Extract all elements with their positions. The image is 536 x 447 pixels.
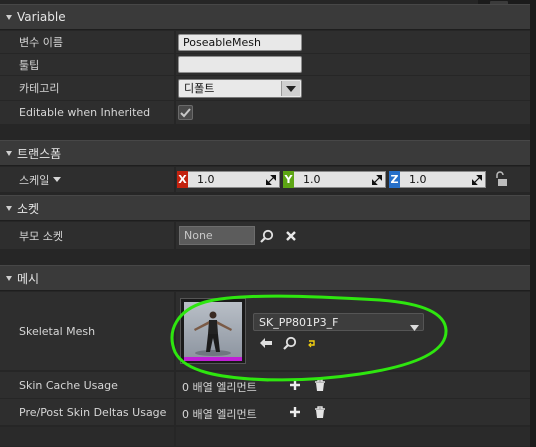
spin-arrows-icon [372, 175, 382, 185]
property-label: Skin Cache Usage [19, 378, 118, 392]
column-divider[interactable] [174, 427, 176, 446]
chevron-down-icon[interactable] [410, 319, 419, 336]
property-label: Pre/Post Skin Deltas Usage [19, 405, 167, 419]
property-label: 스케일 [19, 173, 50, 187]
category-socket[interactable]: 소켓 [0, 195, 530, 221]
scrollbar-track[interactable] [530, 0, 536, 447]
collapse-arrow-icon[interactable] [5, 274, 13, 282]
column-divider[interactable] [174, 76, 176, 100]
scale-x-value: 1.0 [197, 173, 215, 186]
chevron-down-icon[interactable] [281, 81, 300, 96]
reset-to-default-icon[interactable] [304, 335, 320, 351]
search-icon[interactable] [259, 228, 275, 244]
category-variable[interactable]: Variable [0, 4, 530, 30]
add-element-icon[interactable] [287, 404, 303, 420]
category-title: Variable [17, 10, 66, 24]
row-scale: 스케일 X 1.0 Y 1.0 Z 1.0 [0, 167, 530, 193]
property-label: 툴팁 [19, 58, 40, 72]
details-panel: Variable 변수 이름 PoseableMesh 툴팁 카테고리 디폴트 … [0, 0, 536, 447]
property-label: Skeletal Mesh [19, 324, 96, 338]
column-divider[interactable] [174, 399, 176, 425]
parent-socket-field[interactable]: None [179, 226, 255, 245]
z-axis-label: Z [389, 171, 400, 188]
column-divider[interactable] [174, 167, 176, 192]
collapse-arrow-icon[interactable] [5, 204, 13, 212]
column-divider[interactable] [174, 222, 176, 249]
column-divider[interactable] [174, 54, 176, 75]
scale-x-input[interactable]: 1.0 [188, 171, 280, 188]
collapse-arrow-icon[interactable] [5, 149, 13, 157]
character-preview-image [184, 302, 242, 357]
clear-icon[interactable] [283, 228, 299, 244]
row-partial [0, 427, 530, 447]
category-title: 메시 [17, 271, 40, 286]
column-divider[interactable] [174, 292, 176, 370]
category-title: 소켓 [17, 201, 40, 216]
row-parent-socket: 부모 소켓 None [0, 222, 530, 250]
spin-arrows-icon [472, 175, 482, 185]
scale-y-value: 1.0 [303, 173, 321, 186]
column-divider[interactable] [174, 101, 176, 124]
row-category: 카테고리 디폴트 [0, 76, 530, 101]
row-editable-when-inherited: Editable when Inherited [0, 101, 530, 125]
mesh-thumbnail[interactable] [180, 298, 246, 364]
asset-type-bar [184, 357, 242, 361]
category-transform[interactable]: 트랜스폼 [0, 140, 530, 166]
skeletal-mesh-value: SK_PP801P3_F [259, 316, 339, 329]
row-skin-cache-usage: Skin Cache Usage 0 배열 엘리먼트 [0, 372, 530, 399]
variable-name-input[interactable]: PoseableMesh [178, 34, 302, 51]
property-label: 부모 소켓 [19, 229, 63, 243]
skeletal-mesh-dropdown[interactable]: SK_PP801P3_F [253, 313, 424, 331]
unlock-icon[interactable] [493, 171, 509, 187]
chevron-down-icon [53, 177, 62, 182]
tooltip-input[interactable] [178, 56, 302, 73]
scale-z-input[interactable]: 1.0 [400, 171, 486, 188]
array-element-count: 0 배열 엘리먼트 [182, 381, 257, 394]
scale-z-value: 1.0 [409, 173, 427, 186]
use-selected-arrow-icon[interactable] [258, 335, 274, 351]
browse-search-icon[interactable] [282, 335, 298, 351]
category-dropdown[interactable]: 디폴트 [178, 79, 302, 98]
column-divider[interactable] [174, 31, 176, 53]
property-label: Editable when Inherited [19, 106, 151, 119]
editable-checkbox[interactable] [178, 105, 193, 120]
category-mesh[interactable]: 메시 [0, 265, 530, 291]
x-axis-label: X [177, 171, 188, 188]
property-label: 변수 이름 [19, 36, 63, 49]
collapse-arrow-icon[interactable] [5, 13, 13, 21]
spin-arrows-icon [266, 175, 276, 185]
property-label: 카테고리 [19, 82, 60, 95]
column-divider[interactable] [174, 372, 176, 398]
category-title: 트랜스폼 [17, 146, 62, 161]
category-selected-value: 디폴트 [184, 82, 215, 95]
y-axis-label: Y [283, 171, 294, 188]
row-variable-name: 변수 이름 PoseableMesh [0, 31, 530, 54]
add-element-icon[interactable] [287, 377, 303, 393]
trash-icon[interactable] [312, 377, 328, 393]
row-pre-post-skin-deltas: Pre/Post Skin Deltas Usage 0 배열 엘리먼트 [0, 399, 530, 426]
scale-y-input[interactable]: 1.0 [294, 171, 386, 188]
trash-icon[interactable] [312, 404, 328, 420]
row-tooltip: 툴팁 [0, 54, 530, 76]
checkmark-icon [180, 107, 191, 117]
array-element-count: 0 배열 엘리먼트 [182, 408, 257, 421]
scale-dropdown-label[interactable]: 스케일 [19, 167, 62, 192]
row-skeletal-mesh: Skeletal Mesh SK_PP801P3_F [0, 292, 530, 371]
